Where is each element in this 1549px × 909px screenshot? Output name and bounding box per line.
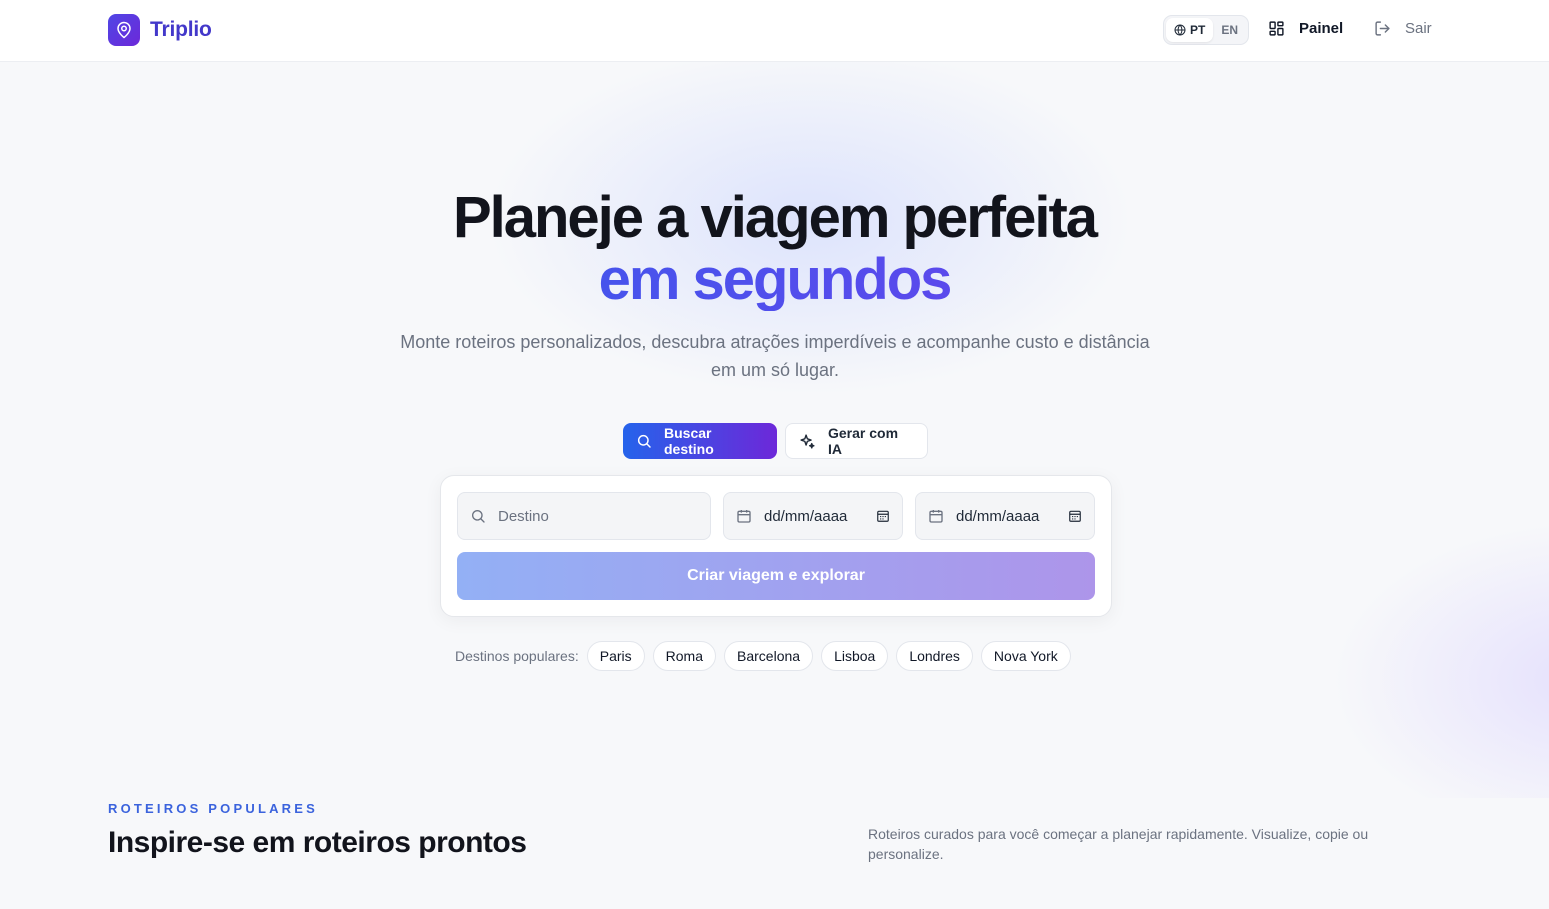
brand-name: Triplio: [150, 18, 212, 41]
calendar-picker-icon[interactable]: [1068, 509, 1082, 523]
calendar-icon: [928, 508, 944, 524]
destination-chip[interactable]: Roma: [652, 641, 717, 671]
destination-chip[interactable]: Nova York: [980, 641, 1071, 671]
destination-chip[interactable]: Lisboa: [821, 641, 889, 671]
language-switch: PT EN: [1163, 15, 1249, 45]
calendar-icon: [736, 508, 752, 524]
globe-icon: [1174, 24, 1186, 36]
search-icon: [636, 433, 652, 449]
corner-glow: [1330, 520, 1549, 840]
logout-icon: [1374, 20, 1391, 37]
nav-logout-label: Sair: [1405, 20, 1432, 37]
lang-option-en[interactable]: EN: [1213, 18, 1246, 42]
create-trip-button[interactable]: Criar viagem e explorar: [457, 552, 1095, 600]
popular-destinations: Destinos populares: Paris Roma Barcelona…: [455, 641, 1071, 671]
destination-input[interactable]: Destino: [457, 492, 711, 540]
end-date-input[interactable]: dd/mm/aaaa: [915, 492, 1095, 540]
start-date-value: dd/mm/aaaa: [764, 507, 848, 525]
lang-label-pt: PT: [1190, 23, 1206, 37]
section-eyebrow: ROTEIROS POPULARES: [108, 801, 319, 816]
destination-chip[interactable]: Londres: [896, 641, 973, 671]
hero-title-line2: em segundos: [0, 249, 1549, 311]
search-icon: [470, 508, 486, 524]
end-date-value: dd/mm/aaaa: [956, 507, 1040, 525]
grid-icon: [1268, 20, 1285, 37]
search-destination-label: Buscar destino: [664, 425, 714, 457]
hero-subtitle: Monte roteiros personalizados, descubra …: [400, 332, 1150, 380]
trip-search-card: Destino dd/mm/aaaa dd/mm/aaaa Criar viag…: [440, 475, 1112, 617]
brand-logo[interactable]: Triplio: [108, 14, 212, 46]
lang-label-en: EN: [1221, 23, 1239, 37]
start-date-input[interactable]: dd/mm/aaaa: [723, 492, 903, 540]
nav-logout-link[interactable]: Sair: [1374, 20, 1432, 37]
destination-placeholder: Destino: [498, 507, 549, 525]
top-header: Triplio PT EN Painel Sair: [0, 0, 1549, 62]
sparkles-icon: [799, 433, 816, 450]
search-destination-button[interactable]: Buscar destino: [623, 423, 777, 459]
destination-chip[interactable]: Paris: [586, 641, 645, 671]
popular-label: Destinos populares:: [455, 648, 579, 664]
generate-ai-button[interactable]: Gerar com IA: [785, 423, 928, 459]
hero-title-line1: Planeje a viagem perfeita: [452, 185, 1098, 250]
destination-chip[interactable]: Barcelona: [724, 641, 814, 671]
lang-option-pt[interactable]: PT: [1166, 18, 1214, 42]
nav-panel-link[interactable]: Painel: [1268, 20, 1343, 37]
nav-panel-label: Painel: [1299, 20, 1344, 37]
section-title: Inspire-se em roteiros prontos: [108, 826, 527, 859]
section-description: Roteiros curados para você começar a pla…: [868, 826, 1369, 862]
generate-ai-label: Gerar com IA: [828, 425, 899, 457]
map-pin-icon: [108, 14, 140, 46]
calendar-picker-icon[interactable]: [876, 509, 890, 523]
hero-title: Planeje a viagem perfeita em segundos: [0, 187, 1549, 311]
